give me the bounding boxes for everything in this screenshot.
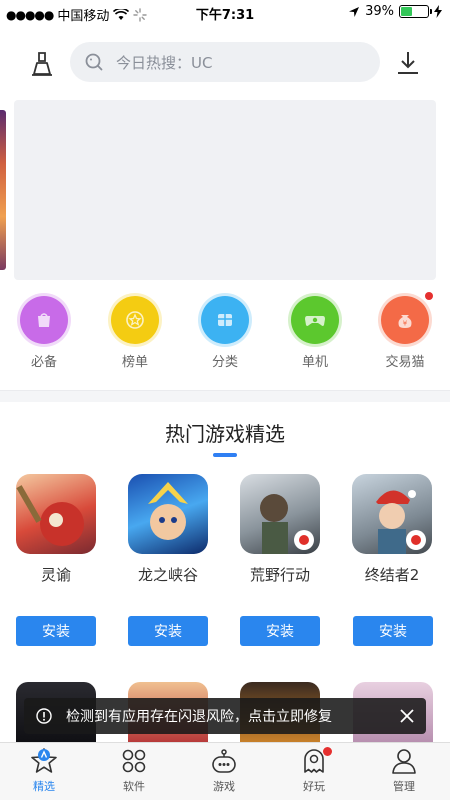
- grid-icon: [198, 293, 252, 347]
- search-icon: [85, 53, 103, 71]
- tab-haowan[interactable]: 好玩: [284, 747, 344, 794]
- game-icon: [240, 474, 320, 554]
- game-icon: [352, 474, 432, 554]
- star-icon: [108, 293, 162, 347]
- info-icon: [36, 708, 52, 724]
- game-name: 灵谕: [40, 566, 71, 584]
- game-icon: [16, 474, 96, 554]
- download-icon[interactable]: [396, 50, 420, 76]
- category-label: 必备: [30, 355, 57, 370]
- section-title-underline: [213, 453, 237, 457]
- install-button[interactable]: 安装: [240, 616, 320, 646]
- install-button[interactable]: 安装: [128, 616, 208, 646]
- game-card[interactable]: 龙之峡谷: [126, 474, 210, 585]
- tab-ruanjian[interactable]: 软件: [104, 747, 164, 794]
- battery-fill: [401, 7, 412, 16]
- category-label: 榜单: [121, 355, 148, 370]
- tab-label: 管理: [393, 780, 415, 793]
- install-button[interactable]: 安装: [353, 616, 433, 646]
- star-icon: [31, 748, 57, 773]
- user-icon: [392, 749, 416, 774]
- battery-icon: [399, 5, 432, 18]
- game-name: 荒野行动: [249, 566, 310, 584]
- search-placeholder: 今日热搜：UC: [116, 53, 213, 72]
- category-label: 交易猫: [385, 355, 425, 370]
- search-input[interactable]: 今日热搜：UC: [70, 42, 380, 82]
- game-name: 终结者2: [364, 566, 420, 584]
- game-card[interactable]: 灵谕: [14, 474, 98, 585]
- category-label: 单机: [301, 355, 328, 370]
- banner-carousel[interactable]: [14, 100, 436, 280]
- gamepad-icon: [288, 293, 342, 347]
- game-card[interactable]: 荒野行动: [238, 474, 322, 585]
- banner-previous-peek[interactable]: [0, 110, 6, 270]
- svg-text:¥: ¥: [403, 320, 408, 328]
- status-right: 39%: [348, 4, 442, 19]
- game-card[interactable]: 终结者2: [350, 474, 434, 585]
- category-danji[interactable]: 单机: [280, 293, 350, 370]
- tab-label: 精选: [33, 780, 55, 793]
- category-row: 必备 榜单 分类 单机 ¥ 交易猫: [0, 292, 450, 376]
- game-icon: [128, 474, 208, 554]
- tab-jingxuan[interactable]: 精选: [14, 747, 74, 794]
- notification-badge: [323, 747, 332, 756]
- tab-label: 游戏: [213, 780, 235, 793]
- bag-icon: [17, 293, 71, 347]
- charging-icon: [434, 5, 442, 18]
- category-label: 分类: [211, 355, 238, 370]
- header: 今日热搜：UC: [0, 40, 450, 86]
- gamepad-icon: [212, 749, 236, 773]
- install-button[interactable]: 安装: [16, 616, 96, 646]
- category-bangdan[interactable]: 榜单: [100, 293, 170, 370]
- close-icon[interactable]: [398, 707, 416, 725]
- category-jiaoyimao[interactable]: ¥ 交易猫: [370, 292, 440, 370]
- category-fenlei[interactable]: 分类: [190, 293, 260, 370]
- tab-label: 软件: [123, 780, 145, 793]
- status-bar: ●●●●● 中国移动 下午7:31 39%: [0, 0, 450, 26]
- tab-guanli[interactable]: 管理: [374, 747, 434, 794]
- repair-toast[interactable]: 检测到有应用存在闪退风险，点击立即修复: [24, 698, 426, 734]
- battery-percent: 39%: [365, 4, 394, 19]
- money-bag-icon: ¥: [378, 292, 433, 347]
- apps-icon: [122, 749, 146, 773]
- tab-label: 好玩: [303, 780, 325, 793]
- notification-badge: [425, 292, 433, 300]
- broom-icon[interactable]: [28, 50, 56, 78]
- category-bibei[interactable]: 必备: [9, 293, 79, 370]
- section-divider: [0, 390, 450, 402]
- tab-youxi[interactable]: 游戏: [194, 747, 254, 794]
- location-icon: [349, 6, 360, 17]
- bottom-tab-bar: 精选 软件 游戏 好玩 管理: [0, 742, 450, 800]
- game-name: 龙之峡谷: [137, 566, 198, 584]
- section-title: 热门游戏精选: [165, 422, 285, 446]
- toast-message: 检测到有应用存在闪退风险，点击立即修复: [66, 709, 332, 725]
